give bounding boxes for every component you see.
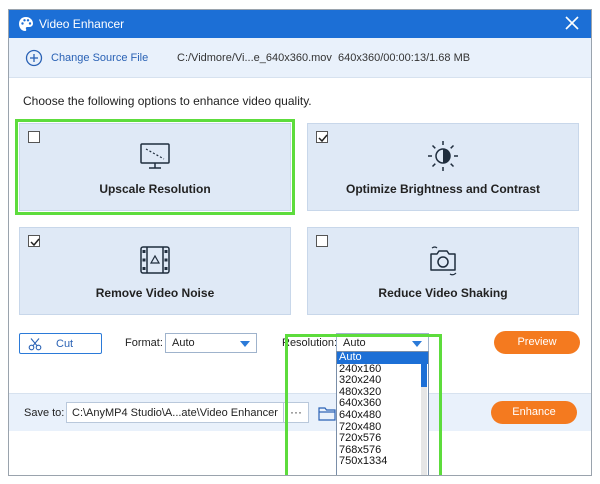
checkmark-icon (318, 134, 328, 143)
change-source-button[interactable]: Change Source File (25, 48, 148, 68)
resolution-value: Auto (343, 337, 366, 349)
checkmark-icon (30, 238, 40, 247)
save-to-label: Save to: (24, 407, 65, 419)
resolution-option[interactable]: 750x1334 (337, 456, 428, 468)
shaking-checkbox[interactable] (316, 235, 328, 247)
cut-button[interactable]: Cut (19, 333, 102, 354)
app-palette-icon (19, 17, 33, 31)
noise-checkbox[interactable] (28, 235, 40, 247)
camera-icon (430, 246, 457, 276)
screenshot-frame: Video Enhancer Change Source File C:/Vid… (0, 0, 600, 484)
source-file-info: 640x360/00:00:13/1.68 MB (338, 52, 471, 64)
brightness-icon (428, 141, 458, 171)
resolution-option[interactable]: Auto (337, 352, 428, 364)
folder-icon[interactable] (318, 406, 336, 421)
option-optimize-brightness[interactable]: Optimize Brightness and Contrast (307, 123, 579, 211)
resolution-select[interactable]: Auto (336, 333, 429, 353)
format-value: Auto (172, 337, 195, 349)
brightness-label: Optimize Brightness and Contrast (345, 182, 541, 196)
instruction-text: Choose the following options to enhance … (23, 94, 312, 108)
noise-label: Remove Video Noise (95, 286, 215, 300)
option-remove-noise[interactable]: Remove Video Noise (19, 227, 291, 315)
source-bar: Change Source File C:/Vidmore/Vi...e_640… (9, 38, 591, 78)
add-circle-icon (25, 49, 43, 67)
save-bar: Save to: C:\AnyMP4 Studio\A...ate\Video … (9, 393, 591, 431)
dropdown-scrollbar-thumb[interactable] (421, 353, 427, 387)
source-file-path: C:/Vidmore/Vi...e_640x360.mov (177, 52, 332, 64)
title-bar: Video Enhancer (9, 10, 591, 38)
upscale-label: Upscale Resolution (99, 182, 211, 196)
scissors-icon (28, 337, 42, 350)
shaking-label: Reduce Video Shaking (378, 286, 508, 300)
option-reduce-shaking[interactable]: Reduce Video Shaking (307, 227, 579, 315)
video-enhancer-window: Video Enhancer Change Source File C:/Vid… (8, 9, 592, 476)
format-label: Format: (125, 337, 163, 349)
option-upscale-resolution[interactable]: Upscale Resolution (15, 119, 295, 215)
brightness-checkbox[interactable] (316, 131, 328, 143)
resolution-label: Resolution: (282, 337, 338, 349)
film-icon (140, 246, 170, 274)
resolution-option[interactable]: 720x576 (337, 433, 428, 445)
window-title: Video Enhancer (39, 17, 125, 31)
browse-button[interactable]: ··· (283, 402, 309, 423)
save-path-field[interactable]: C:\AnyMP4 Studio\A...ate\Video Enhancer (66, 402, 286, 423)
upscale-checkbox[interactable] (28, 131, 40, 143)
resolution-option[interactable]: 640x480 (337, 409, 428, 422)
format-select[interactable]: Auto (165, 333, 257, 353)
change-source-label: Change Source File (51, 52, 149, 64)
cut-label: Cut (56, 337, 74, 350)
monitor-icon (140, 143, 170, 169)
resolution-dropdown[interactable]: Auto 240x160 320x240 480x320 640x360 640… (336, 351, 429, 475)
close-icon[interactable] (563, 14, 581, 32)
chevron-down-icon (240, 341, 250, 347)
enhance-button[interactable]: Enhance (491, 401, 577, 424)
preview-button[interactable]: Preview (494, 331, 580, 354)
chevron-down-icon (412, 341, 422, 347)
